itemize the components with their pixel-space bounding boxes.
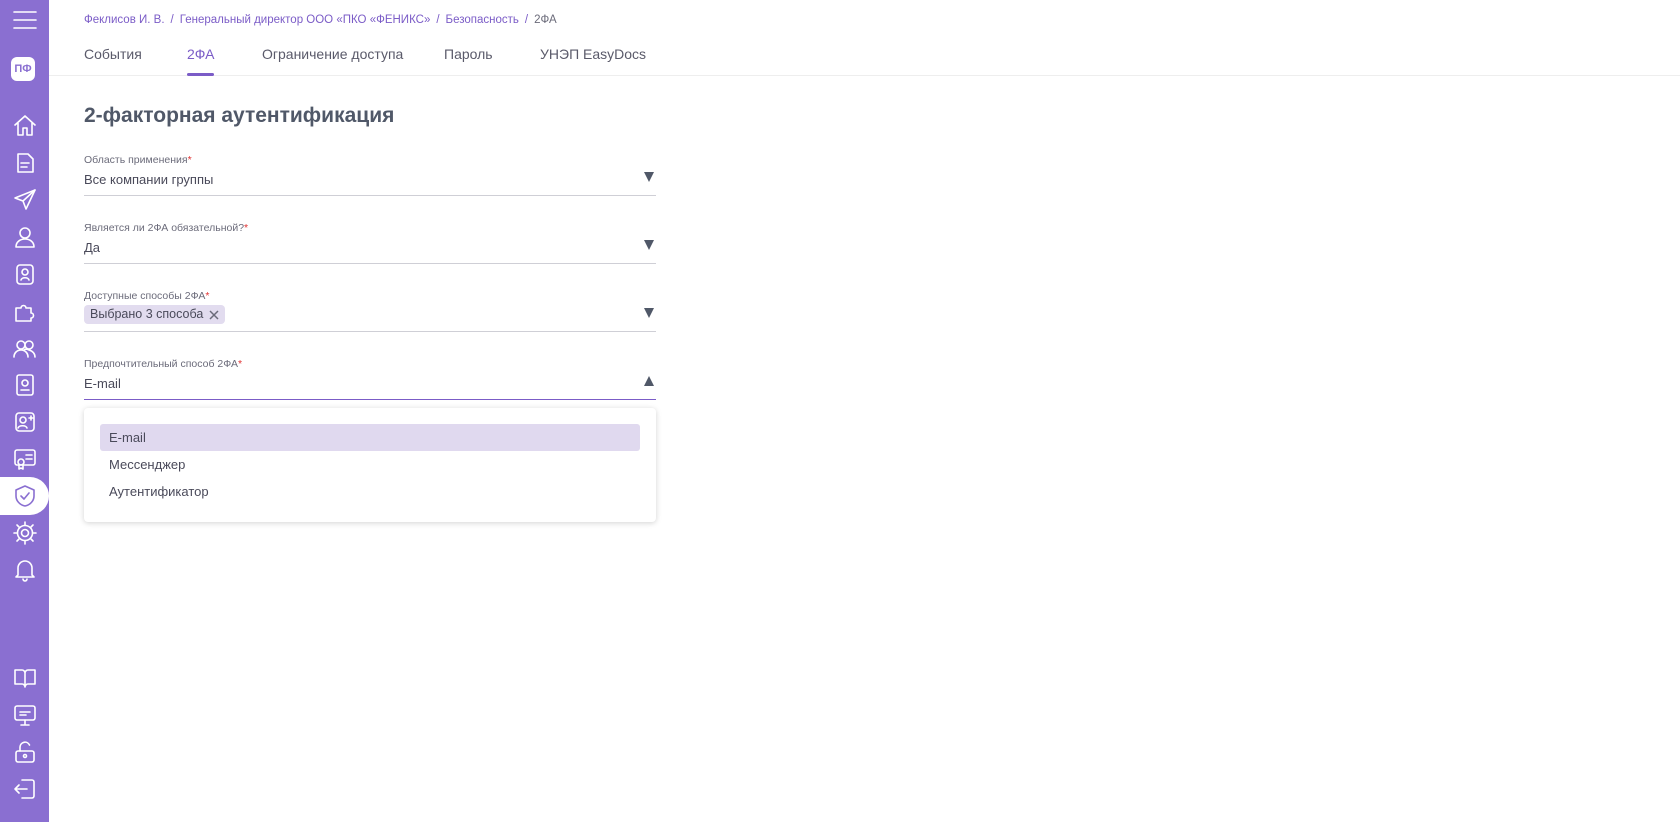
methods-select[interactable]: Доступные способы 2ФА* Выбрано 3 способа — [84, 290, 656, 332]
preferred-select[interactable]: Предпочтительный способ 2ФА* E-mail — [84, 358, 656, 400]
breadcrumb-separator: / — [524, 14, 529, 26]
close-icon[interactable] — [207, 305, 221, 324]
avatar[interactable]: ПФ — [11, 57, 35, 81]
caret-up-icon[interactable] — [644, 376, 654, 386]
preferred-label: Предпочтительный способ 2ФА* — [84, 358, 243, 370]
document-icon[interactable] — [0, 146, 49, 180]
preferred-dropdown-menu: E-mail Мессенджер Аутентификатор — [84, 408, 656, 522]
tab-password[interactable]: Пароль — [444, 46, 493, 76]
mandatory-label: Является ли 2ФА обязательной?* — [84, 222, 249, 234]
option-email[interactable]: E-mail — [100, 424, 640, 451]
book-open-icon[interactable] — [0, 661, 49, 695]
methods-label: Доступные способы 2ФА* — [84, 290, 210, 302]
caret-down-icon[interactable] — [644, 308, 654, 318]
send-icon[interactable] — [0, 183, 49, 217]
methods-chip-label: Выбрано 3 способа — [90, 307, 204, 321]
mandatory-value: Да — [84, 240, 101, 255]
breadcrumb-item[interactable]: Феклисов И. В. — [84, 14, 165, 26]
topbar: Феклисов И. В. / Генеральный директор ООО … — [49, 0, 1680, 76]
book-user-icon[interactable] — [0, 368, 49, 402]
sidebar: ПФ — [0, 0, 49, 822]
tab-unep-easydocs[interactable]: УНЭП EasyDocs — [540, 46, 646, 76]
breadcrumb-separator: / — [436, 14, 440, 26]
caret-down-icon[interactable] — [644, 172, 654, 182]
breadcrumb: Феклисов И. В. / Генеральный директор ООО … — [84, 14, 557, 26]
tab-access-restriction[interactable]: Ограничение доступа — [262, 46, 403, 76]
home-icon[interactable] — [0, 109, 49, 143]
unlock-icon[interactable] — [0, 735, 49, 769]
option-authenticator[interactable]: Аутентификатор — [100, 478, 640, 505]
user-icon[interactable] — [0, 220, 49, 254]
gear-icon[interactable] — [0, 516, 49, 550]
scope-label: Область применения* — [84, 154, 192, 166]
breadcrumb-current: 2ФА — [534, 14, 557, 26]
caret-down-icon[interactable] — [644, 240, 654, 250]
breadcrumb-item[interactable]: Безопасность — [446, 14, 519, 26]
breadcrumb-item[interactable]: Генеральный директор ООО «ПКО «ФЕНИКС» — [180, 14, 431, 26]
tab-events[interactable]: События — [84, 46, 142, 76]
scope-select[interactable]: Область применения* Все компании группы — [84, 154, 656, 196]
option-messenger[interactable]: Мессенджер — [100, 451, 640, 478]
users-icon[interactable] — [0, 331, 49, 365]
menu-icon[interactable] — [0, 3, 49, 37]
contact-plus-icon[interactable] — [0, 405, 49, 439]
monitor-chat-icon[interactable] — [0, 698, 49, 732]
page-title: 2-факторная аутентификация — [84, 104, 395, 127]
mandatory-select[interactable]: Является ли 2ФА обязательной?* Да — [84, 222, 656, 264]
breadcrumb-separator: / — [170, 14, 174, 26]
methods-chip: Выбрано 3 способа — [84, 305, 226, 324]
scope-value: Все компании группы — [84, 172, 214, 187]
bell-icon[interactable] — [0, 553, 49, 587]
badge-icon[interactable] — [0, 257, 49, 291]
shield-check-icon[interactable] — [0, 479, 49, 513]
tab-2fa[interactable]: 2ФА — [187, 46, 215, 76]
certificate-icon[interactable] — [0, 442, 49, 476]
puzzle-icon[interactable] — [0, 294, 49, 328]
preferred-value: E-mail — [84, 376, 121, 391]
logout-icon[interactable] — [0, 772, 49, 806]
